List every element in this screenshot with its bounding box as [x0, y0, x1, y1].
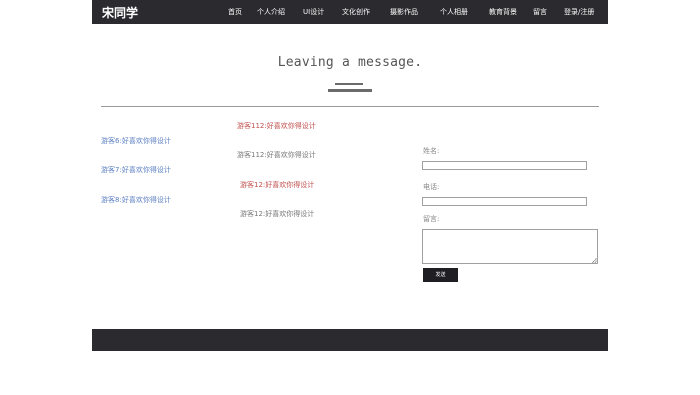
message-item: 游客112:好喜欢你得设计 — [237, 151, 316, 160]
message-textarea[interactable] — [422, 229, 598, 264]
name-label: 姓名: — [423, 147, 440, 155]
nav-item-message[interactable]: 留言 — [533, 8, 547, 17]
message-author: 游客12 — [240, 181, 263, 189]
message-text: 好喜欢你得设计 — [266, 122, 316, 130]
main-nav: 首页 个人介绍 UI设计 文化创作 摄影作品 个人相册 教育背景 留言 登录/注… — [92, 0, 608, 24]
title-decoration-line — [328, 89, 372, 92]
nav-item-about[interactable]: 个人介绍 — [257, 8, 285, 17]
message-author: 游客12 — [240, 210, 263, 218]
send-button[interactable]: 发送 — [423, 268, 458, 282]
nav-item-album[interactable]: 个人相册 — [440, 8, 468, 17]
message-textarea-wrapper — [422, 229, 598, 264]
nav-item-culture[interactable]: 文化创作 — [342, 8, 370, 17]
section-title: Leaving a message. — [277, 55, 423, 70]
message-author: 游客6 — [101, 137, 120, 145]
message-text: 好喜欢你得设计 — [121, 196, 171, 204]
title-decoration-line — [335, 83, 363, 85]
top-navbar: 宋同学 首页 个人介绍 UI设计 文化创作 摄影作品 个人相册 教育背景 留言 … — [92, 0, 608, 24]
message-item: 游客8:好喜欢你得设计 — [101, 196, 171, 205]
message-text: 好喜欢你得设计 — [265, 181, 315, 189]
message-author: 游客8 — [101, 196, 120, 204]
nav-item-photography[interactable]: 摄影作品 — [390, 8, 418, 17]
nav-item-ui-design[interactable]: UI设计 — [303, 8, 324, 17]
phone-input[interactable] — [422, 197, 587, 206]
message-author: 游客7 — [101, 166, 120, 174]
nav-item-login[interactable]: 登录/注册 — [564, 8, 594, 17]
message-author: 游客112 — [237, 151, 265, 159]
message-text: 好喜欢你得设计 — [265, 210, 315, 218]
message-text: 好喜欢你得设计 — [121, 137, 171, 145]
nav-item-home[interactable]: 首页 — [228, 8, 242, 17]
message-item: 游客12:好喜欢你得设计 — [240, 210, 314, 219]
name-input[interactable] — [422, 161, 587, 170]
message-author: 游客112 — [237, 122, 265, 130]
message-item: 游客12:好喜欢你得设计 — [240, 181, 314, 190]
message-item: 游客112:好喜欢你得设计 — [237, 122, 316, 131]
section-divider — [101, 106, 599, 107]
resize-handle-icon[interactable] — [592, 258, 597, 263]
phone-label: 电话: — [423, 183, 440, 191]
footer-bar — [92, 329, 608, 351]
message-text: 好喜欢你得设计 — [266, 151, 316, 159]
nav-item-education[interactable]: 教育背景 — [489, 8, 517, 17]
message-label: 留言: — [423, 215, 440, 223]
message-item: 游客7:好喜欢你得设计 — [101, 166, 171, 175]
message-text: 好喜欢你得设计 — [121, 166, 171, 174]
message-item: 游客6:好喜欢你得设计 — [101, 137, 171, 146]
